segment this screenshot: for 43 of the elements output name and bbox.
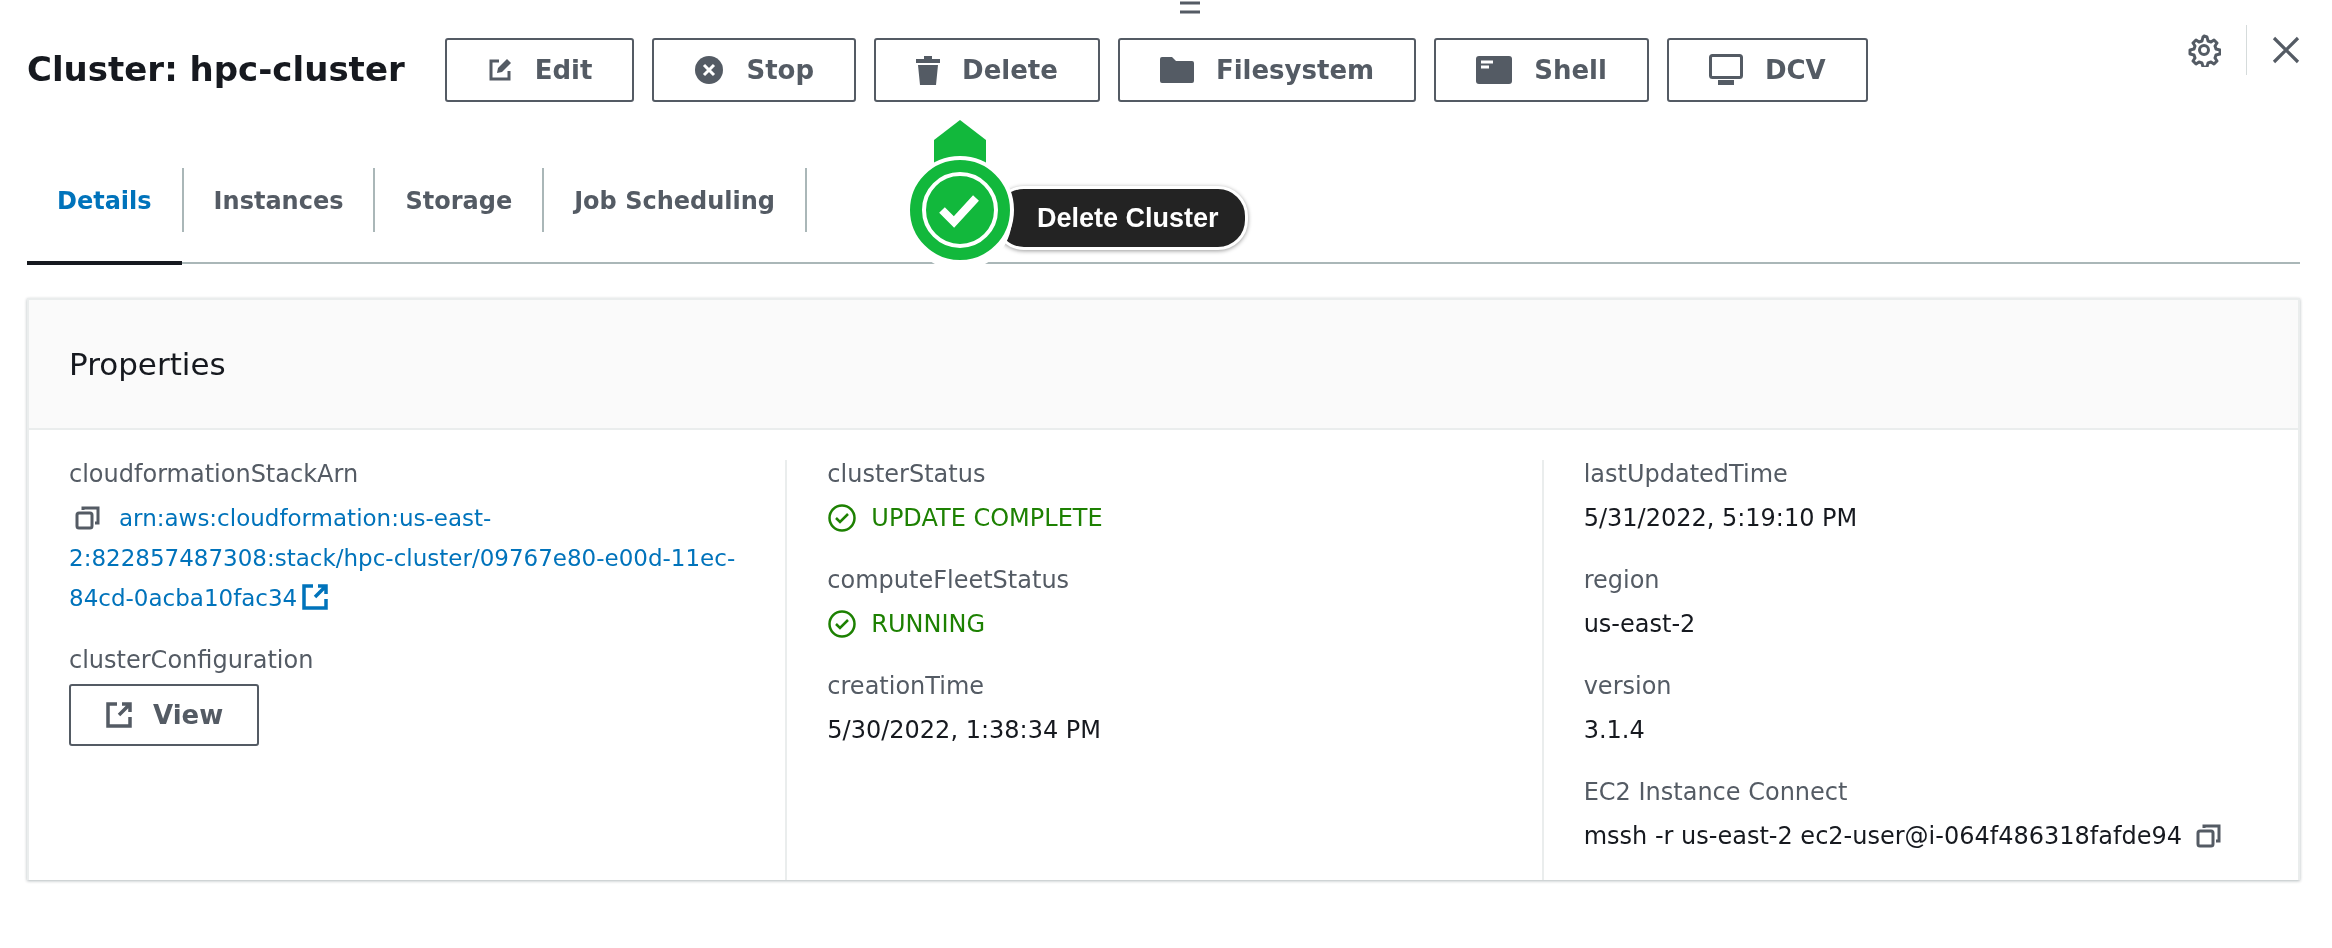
check-circle-icon [827,609,858,639]
settings-icon[interactable] [2187,33,2221,67]
close-icon[interactable] [2272,36,2300,64]
monitor-icon [1708,54,1743,86]
tab[interactable]: Instances [183,140,374,265]
action-button[interactable]: Filesystem [1117,38,1417,102]
copy-icon[interactable] [2195,823,2222,849]
status-text: RUNNING [871,609,986,640]
action-button[interactable]: Shell [1434,38,1649,102]
field-label: computeFleetStatus [827,566,1071,594]
ssh-command: mssh -r us-east-2 ec2-user@i-064f486318fafde94 [1583,821,2182,852]
tab[interactable]: Storage [375,140,543,265]
field-label: clusterConfiguration [69,646,315,674]
folder-icon [1159,57,1194,83]
field-value: us-east-2 [1583,609,1696,640]
check-circle-icon [827,503,858,533]
cluster-title: Cluster: hpc-cluster [27,49,405,91]
panel-title: Properties [29,300,2298,430]
external-link-icon [105,701,133,729]
action-button[interactable]: Edit [444,38,635,102]
drag-handle-icon[interactable] [1178,0,1202,16]
field-value: 5/30/2022, 1:38:34 PM [827,715,1101,746]
field-label: clusterStatus [827,460,987,488]
action-button[interactable]: Delete [874,38,1100,102]
stack-arn-link[interactable]: arn:aws:cloudformation:us-east-2:822857487308:stack/hpc-cluster/09767e80-e00d-11ec-84cd-0acba10fac34 [69,498,766,618]
trash-icon [916,55,941,85]
field-label: cloudformationStackArn [69,460,360,488]
field-label: region [1583,566,1661,594]
view-button[interactable]: View [69,684,260,746]
copy-icon[interactable] [75,505,101,531]
action-button[interactable]: Stop [652,38,857,102]
terminal-icon [1476,56,1513,84]
external-link-icon [301,583,330,611]
field-value: 5/31/2022, 5:19:10 PM [1583,503,1858,534]
field-label: EC2 Instance Connect [1583,778,1849,806]
field-label: creationTime [827,672,986,700]
action-button[interactable]: DCV [1666,38,1868,102]
close-circle-icon [694,55,725,85]
field-label: version [1583,672,1673,700]
status-text: UPDATE COMPLETE [871,503,1103,534]
field-value: 3.1.4 [1583,715,1645,746]
tab[interactable]: Job Scheduling [544,140,805,265]
field-label: lastUpdatedTime [1583,460,1789,488]
